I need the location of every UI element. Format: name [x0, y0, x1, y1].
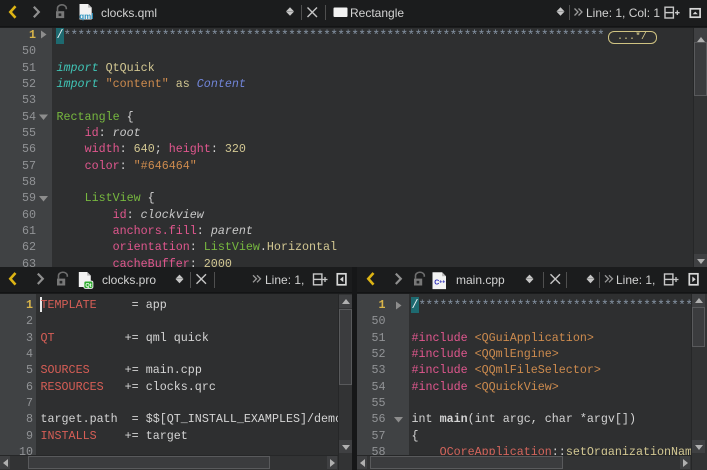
svg-text:qml: qml — [79, 12, 93, 21]
svg-text:Qt: Qt — [85, 283, 91, 289]
svg-text:++: ++ — [439, 280, 445, 286]
